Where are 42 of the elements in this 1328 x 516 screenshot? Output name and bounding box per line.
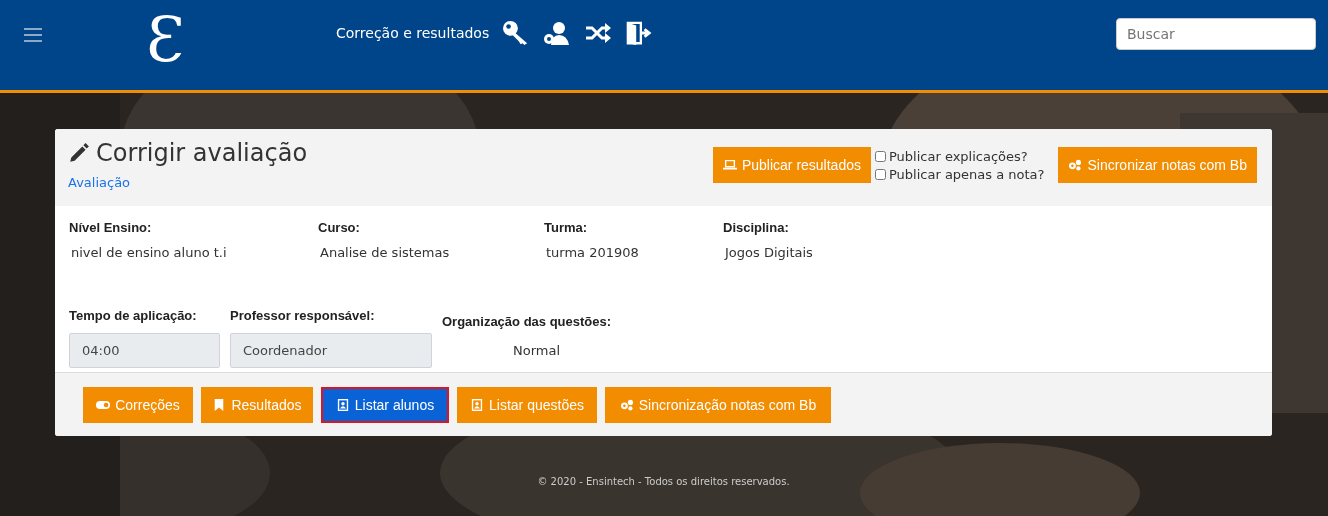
checkbox[interactable] xyxy=(874,168,886,180)
checkbox-option[interactable]: Publicar apenas a nota? xyxy=(874,166,1045,182)
field-label: Organização das questões: xyxy=(442,314,612,329)
sync-button[interactable]: Sincronizar notas com Bb xyxy=(1058,147,1257,183)
toggle-icon xyxy=(96,398,111,411)
copyright-text: © 2020 - Ensintech - Todos os direitos reservados. xyxy=(536,476,791,487)
contact-card-icon xyxy=(470,398,484,411)
action-button[interactable]: Listar alunos xyxy=(321,386,449,423)
field-label: Disciplina: xyxy=(723,220,790,235)
field-value: turma 201908 xyxy=(545,245,640,260)
nav-title: Correção e resultados xyxy=(336,25,490,41)
gears-icon xyxy=(619,398,634,411)
publish-button[interactable]: Publicar resultados xyxy=(712,147,871,183)
action-button[interactable]: Sincronização notas com Bb xyxy=(605,386,831,423)
contact-card-icon xyxy=(335,398,350,411)
checkbox[interactable] xyxy=(874,150,886,162)
user-gear-icon[interactable] xyxy=(543,20,572,46)
laptop-icon xyxy=(722,159,737,171)
page-title: Corrigir avaliação xyxy=(68,139,308,167)
field-value: nivel de ensino aluno t.i xyxy=(70,245,228,260)
action-button[interactable]: Correções xyxy=(83,386,193,423)
field-value: Normal xyxy=(512,343,562,358)
teacher-field[interactable]: Coordenador xyxy=(230,333,432,368)
field-label: Tempo de aplicação: xyxy=(69,308,198,323)
action-button[interactable]: Listar questões xyxy=(457,386,597,423)
pencil-icon xyxy=(68,142,90,164)
search-field[interactable]: Buscar xyxy=(1116,18,1316,50)
field-label: Professor responsável: xyxy=(230,308,376,323)
exit-icon[interactable] xyxy=(625,20,654,46)
field-value: Jogos Digitais xyxy=(723,245,813,260)
field-value: Analise de sistemas xyxy=(319,245,451,260)
menu-icon[interactable] xyxy=(24,28,42,42)
field-label: Curso: xyxy=(318,220,361,235)
shuffle-icon[interactable] xyxy=(584,20,613,46)
checkbox-option[interactable]: Publicar explicações? xyxy=(874,148,1045,164)
field-label: Turma: xyxy=(544,220,589,235)
time-field[interactable]: 04:00 xyxy=(69,333,220,368)
breadcrumb-link[interactable]: Avaliação xyxy=(68,175,131,190)
action-button[interactable]: Resultados xyxy=(201,386,313,423)
gears-icon xyxy=(1068,159,1083,171)
logo[interactable]: Ɛ xyxy=(146,4,206,76)
field-label: Nível Ensino: xyxy=(69,220,153,235)
